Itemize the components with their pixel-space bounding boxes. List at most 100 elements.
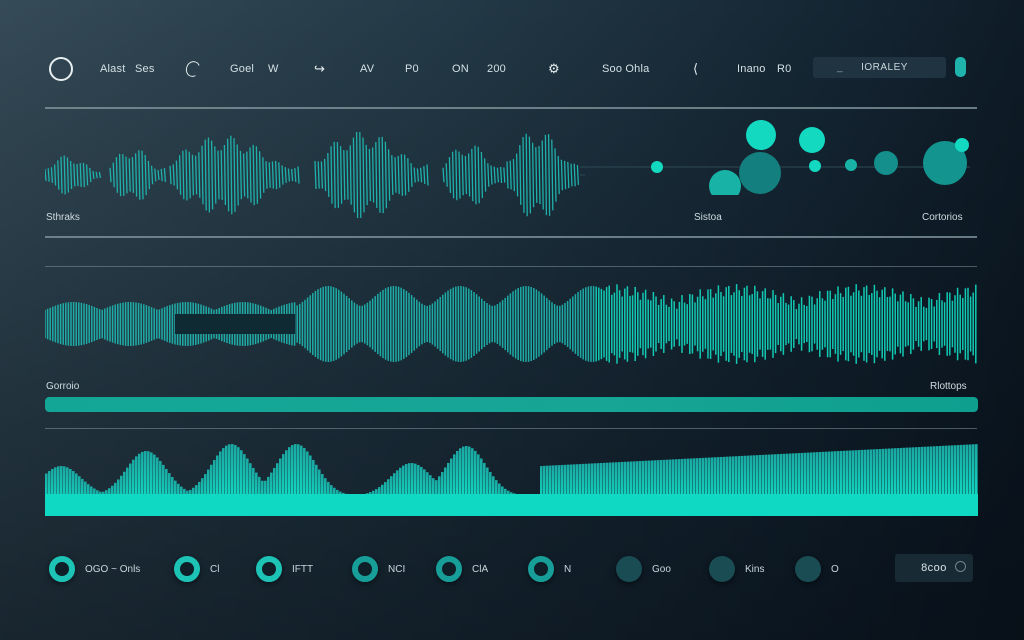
hook-icon[interactable]: ↪ (314, 52, 325, 86)
control-label: ClA (472, 563, 489, 575)
search-input[interactable]: _ IORALEY (813, 57, 946, 78)
text-cursor: _ (837, 62, 844, 73)
swirl-icon[interactable]: ⚙ (548, 52, 560, 86)
waveform-bar (522, 137, 525, 213)
link-icon[interactable]: ⟨ (693, 52, 698, 86)
toolbar-item[interactable]: Goel (230, 52, 254, 86)
bubble-timeline-svg (580, 120, 970, 195)
waveform-bar (89, 167, 92, 183)
progress-bar[interactable] (45, 397, 978, 412)
control-knob[interactable]: N (528, 555, 571, 583)
waveform-track-1[interactable] (45, 125, 585, 225)
waveform-bar (73, 163, 76, 187)
control-button[interactable]: O (795, 555, 839, 583)
waveform-bar (538, 146, 541, 204)
toolbar-item[interactable]: AV (360, 52, 374, 86)
timeline-bubble[interactable] (874, 151, 898, 175)
section-label: Cortorios (922, 212, 963, 223)
waveform-bar (576, 165, 580, 185)
arc-icon[interactable] (183, 52, 203, 86)
waveform-bar (320, 161, 324, 189)
toggle-switch[interactable] (955, 57, 966, 77)
bubble-timeline[interactable] (580, 115, 980, 195)
ring-knob-icon (436, 556, 462, 582)
reset-icon[interactable] (955, 561, 966, 572)
waveform-bar (246, 151, 249, 199)
waveform-bar (198, 152, 201, 198)
waveform-bar (419, 167, 423, 183)
waveform-bar (271, 161, 275, 189)
timeline-bubble[interactable] (746, 120, 776, 150)
waveform-bar (506, 161, 509, 189)
control-button[interactable]: Kins (709, 555, 764, 583)
control-label: N (564, 563, 572, 575)
toolbar-item[interactable]: Soo Ohla (602, 52, 649, 86)
toolbar-item[interactable]: W (268, 52, 279, 86)
spectrum-display[interactable] (45, 438, 978, 516)
timeline-bubble[interactable] (809, 160, 821, 172)
waveform-bar (343, 150, 346, 200)
timeline-bubble[interactable] (845, 159, 857, 171)
waveform-bar (400, 154, 404, 196)
waveform-bar (349, 145, 352, 205)
waveform-bar (448, 157, 452, 193)
timeline-bubble[interactable] (799, 127, 825, 153)
waveform-bar (69, 160, 73, 190)
control-knob[interactable]: OGO ~ Onls (49, 555, 140, 583)
waveform-bar (265, 161, 268, 189)
waveform-bar (359, 132, 362, 218)
spectrum-svg (45, 444, 978, 516)
waveform-bar (563, 160, 567, 190)
waveform-bar (503, 167, 506, 183)
waveform-bar (147, 160, 151, 190)
toolbar-item[interactable]: P0 (405, 52, 419, 86)
waveform-bar (413, 167, 416, 183)
waveform-bar (451, 151, 455, 199)
control-knob[interactable]: NCI (352, 555, 405, 583)
waveform-bar (410, 163, 413, 187)
section-label: Sthraks (46, 212, 80, 223)
waveform-bar (461, 154, 464, 196)
control-knob[interactable]: Cl (174, 555, 219, 583)
timeline-bubble[interactable] (709, 170, 741, 195)
waveform-bar (252, 144, 255, 206)
toolbar-item[interactable]: R0 (777, 52, 791, 86)
waveform-bar (53, 164, 57, 186)
waveform-bar (226, 138, 230, 212)
waveform-bar (541, 140, 544, 210)
waveform-bar (60, 156, 63, 194)
waveform-track-2[interactable] (45, 282, 978, 367)
control-button[interactable]: Goo (616, 555, 671, 583)
toolbar-item[interactable]: ON (452, 52, 469, 86)
toolbar-item[interactable]: Inano (737, 52, 766, 86)
waveform-bar (365, 144, 368, 206)
timeline-bubble[interactable] (651, 161, 663, 173)
waveform-bar (109, 167, 112, 183)
waveform-bar (131, 157, 135, 193)
divider (45, 107, 977, 109)
waveform-bar (512, 158, 516, 192)
waveform-bar (368, 148, 372, 202)
control-knob[interactable]: ClA (436, 555, 488, 583)
toolbar-item[interactable]: 200 (487, 52, 506, 86)
divider (45, 428, 977, 429)
waveform-bar (557, 155, 560, 195)
waveform-bar (480, 151, 484, 199)
toolbar-item[interactable]: Alast (100, 52, 125, 86)
waveform-bar (128, 158, 131, 192)
circle-outline-icon[interactable] (49, 52, 73, 86)
timeline-bubble[interactable] (955, 138, 969, 152)
waveform-bar (528, 136, 532, 214)
waveform-bar (236, 144, 239, 206)
waveform-bar (493, 166, 496, 184)
waveform-bar (535, 147, 538, 203)
toolbar-item[interactable]: Ses (135, 52, 155, 86)
waveform-bar (115, 157, 119, 193)
timeline-bubble[interactable] (739, 152, 781, 194)
control-knob[interactable]: IFTT (256, 555, 313, 583)
waveform-bar (214, 146, 217, 204)
value-display[interactable]: 8coo (895, 554, 973, 582)
waveform-2-svg (45, 284, 977, 364)
waveform-bar (403, 154, 407, 196)
progress-fill (45, 397, 978, 412)
